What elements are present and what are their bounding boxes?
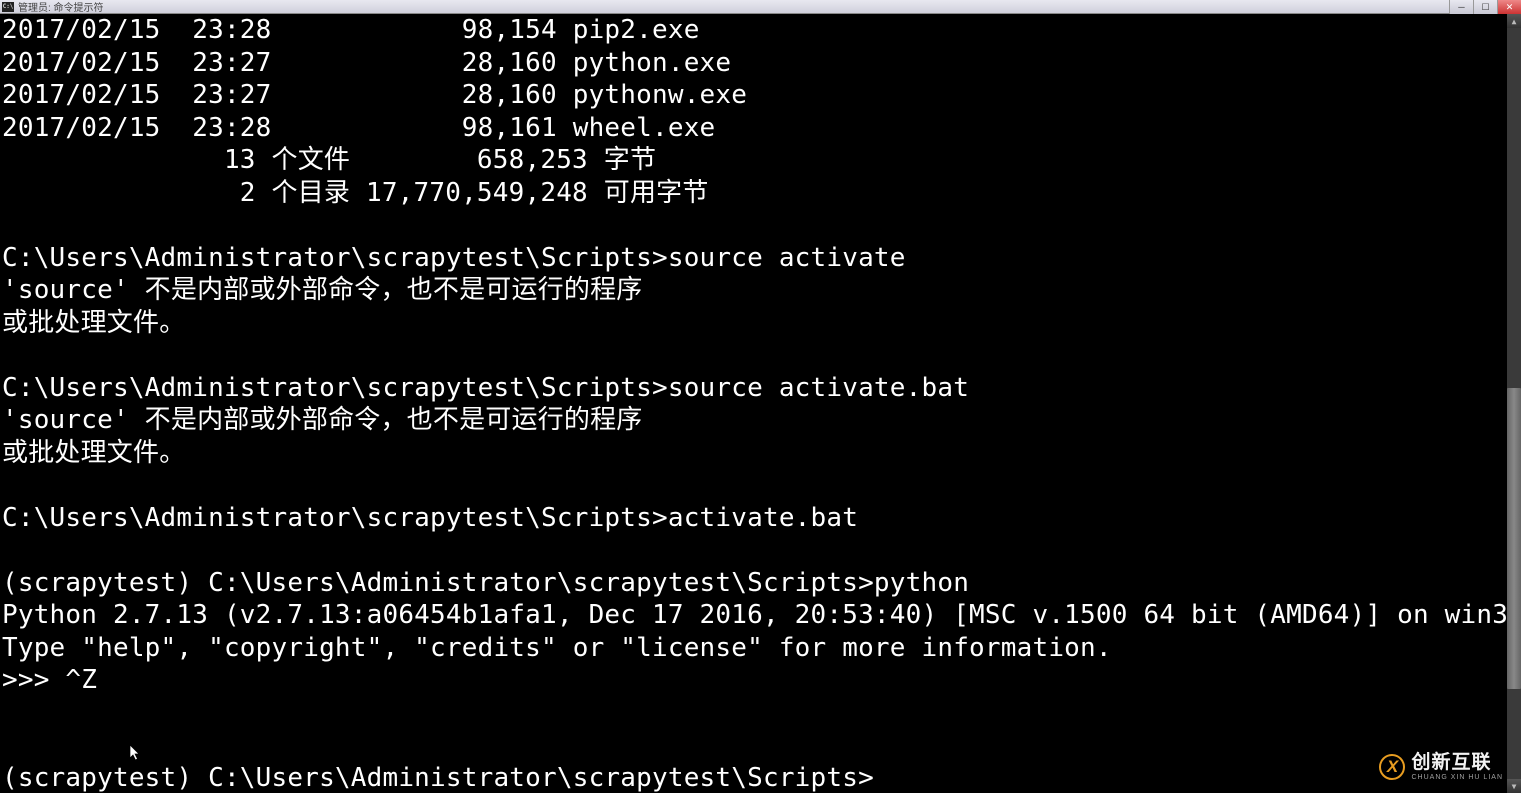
window-controls: ─ ☐ ✕ (1449, 0, 1521, 14)
watermark-x-icon: X (1387, 757, 1398, 777)
watermark-cn-text: 创新互联 (1411, 753, 1503, 772)
scroll-track[interactable] (1507, 28, 1521, 779)
close-button[interactable]: ✕ (1497, 0, 1521, 14)
scroll-down-arrow[interactable]: ▼ (1507, 779, 1521, 793)
window-title: 管理员: 命令提示符 (18, 0, 104, 14)
cmd-icon: C:\ (2, 2, 14, 12)
maximize-button[interactable]: ☐ (1473, 0, 1497, 14)
minimize-button[interactable]: ─ (1449, 0, 1473, 14)
terminal-scrollbar[interactable]: ▲ ▼ (1507, 14, 1521, 793)
watermark-text: 创新互联 CHUANG XIN HU LIAN (1411, 753, 1503, 781)
watermark-circle-icon: X (1379, 754, 1405, 780)
terminal-output[interactable]: 2017/02/15 23:28 98,154 pip2.exe 2017/02… (0, 14, 1521, 793)
watermark-en-text: CHUANG XIN HU LIAN (1411, 774, 1503, 781)
window-titlebar[interactable]: C:\ 管理员: 命令提示符 ─ ☐ ✕ (0, 0, 1521, 14)
watermark-logo-group: X 创新互联 CHUANG XIN HU LIAN (1379, 753, 1503, 781)
scroll-thumb[interactable] (1507, 388, 1521, 688)
scroll-up-arrow[interactable]: ▲ (1507, 14, 1521, 28)
